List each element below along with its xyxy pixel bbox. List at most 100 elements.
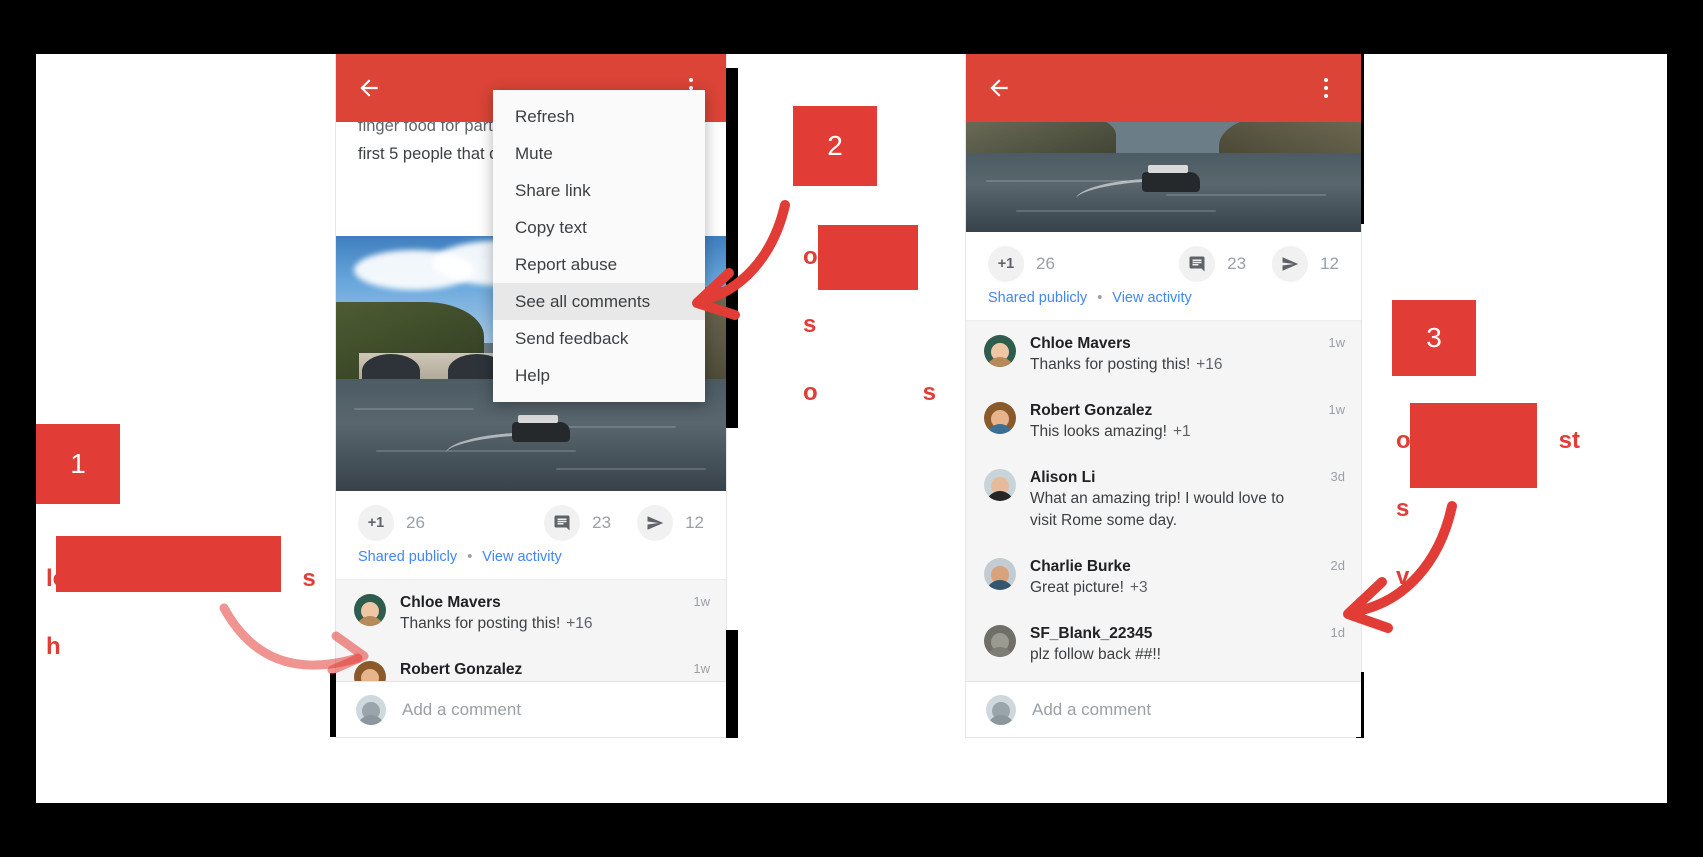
- view-activity-link[interactable]: View activity: [482, 549, 562, 565]
- menu-item-report-abuse[interactable]: Report abuse: [493, 246, 705, 283]
- comment-icon[interactable]: [1179, 246, 1216, 282]
- comment-plus-count: +1: [1172, 423, 1191, 440]
- photo-ripple: [556, 468, 706, 470]
- comment-timestamp: 1w: [1328, 335, 1345, 350]
- overflow-menu-icon[interactable]: [1313, 75, 1339, 101]
- comment-author: Chloe Mavers: [1030, 335, 1131, 352]
- avatar: [986, 694, 1016, 725]
- share-group[interactable]: 12: [1272, 246, 1339, 282]
- plus-one-button[interactable]: +1: [358, 505, 394, 541]
- avatar-body: [987, 714, 1015, 725]
- add-comment-placeholder[interactable]: Add a comment: [402, 700, 521, 720]
- comment-text-value: plz follow back ##!!: [1030, 646, 1161, 663]
- interaction-bar-right: +1 26 23 12: [966, 232, 1361, 284]
- avatar: [984, 558, 1016, 590]
- avatar-body: [986, 424, 1014, 434]
- comment-text: What an amazing trip! I would love to vi…: [1030, 488, 1309, 532]
- comment-plus-count: +16: [566, 615, 593, 632]
- annotation-3-redaction: [1410, 403, 1537, 488]
- avatar-body: [986, 491, 1014, 501]
- shared-row-right: Shared publicly • View activity: [966, 284, 1361, 320]
- comment-body: Alison Li What an amazing trip! I would …: [1016, 467, 1347, 532]
- annotation-3-line1-tail: st: [1558, 427, 1581, 454]
- photo-boat: [512, 415, 570, 442]
- shared-publicly-link[interactable]: Shared publicly: [358, 549, 457, 565]
- annotation-3-line1: o: [1396, 427, 1411, 454]
- comment-timestamp: 1w: [693, 661, 710, 676]
- menu-item-help[interactable]: Help: [493, 357, 705, 394]
- comment-composer-right[interactable]: Add a comment: [966, 681, 1361, 737]
- comment-author: Charlie Burke: [1030, 558, 1131, 575]
- interaction-bar-middle: +1 26 23 12: [336, 491, 726, 543]
- back-arrow-icon[interactable]: [986, 75, 1012, 101]
- comment-row[interactable]: Charlie Burke Great picture! +3 2d: [966, 544, 1361, 611]
- comments-list-right: Chloe Mavers Thanks for posting this! +16…: [966, 320, 1361, 736]
- photo-ripple: [354, 408, 474, 410]
- avatar-body: [986, 647, 1014, 657]
- annotation-2-line3: o: [803, 379, 818, 406]
- annotation-1-line1-tail: s: [302, 565, 316, 592]
- share-group[interactable]: 12: [637, 505, 704, 541]
- comment-body: SF_Blank_22345 plz follow back ##!!: [1016, 623, 1347, 666]
- menu-item-mute[interactable]: Mute: [493, 135, 705, 172]
- annotation-3-line3: v: [1396, 563, 1410, 590]
- comment-author: Robert Gonzalez: [400, 661, 523, 678]
- overflow-dropdown-menu[interactable]: Refresh Mute Share link Copy text Report…: [493, 90, 705, 402]
- avatar: [984, 402, 1016, 434]
- comment-author: Robert Gonzalez: [1030, 402, 1153, 419]
- shared-publicly-link[interactable]: Shared publicly: [988, 290, 1087, 306]
- annotation-2-line1: o: [803, 243, 818, 270]
- avatar-body: [986, 580, 1014, 590]
- comment-group[interactable]: 23: [1179, 246, 1246, 282]
- comment-body: Chloe Mavers Thanks for posting this! +16: [386, 592, 712, 635]
- annotation-badge-3: 3: [1392, 300, 1476, 376]
- annotation-1-redaction: [56, 536, 281, 592]
- comment-author: Alison Li: [1030, 469, 1096, 486]
- plus-one-button[interactable]: +1: [988, 246, 1024, 282]
- menu-item-see-all-comments[interactable]: See all comments: [493, 283, 705, 320]
- comment-row[interactable]: SF_Blank_22345 plz follow back ##!! 1d: [966, 611, 1361, 678]
- comment-row[interactable]: Robert Gonzalez This looks amazing! +1 1w: [966, 388, 1361, 455]
- avatar-body: [986, 357, 1014, 367]
- annotation-arrow-2: [692, 200, 790, 320]
- menu-item-copy-text[interactable]: Copy text: [493, 209, 705, 246]
- comment-count: 23: [1227, 254, 1247, 273]
- comment-timestamp: 1w: [693, 594, 710, 609]
- comment-timestamp: 3d: [1330, 469, 1345, 484]
- app-bar-right: [966, 54, 1361, 122]
- avatar: [356, 694, 386, 725]
- comment-body: Chloe Mavers Thanks for posting this! +16: [1016, 333, 1347, 376]
- comment-row[interactable]: Alison Li What an amazing trip! I would …: [966, 455, 1361, 544]
- comment-body: Charlie Burke Great picture! +3: [1016, 556, 1347, 599]
- add-comment-placeholder[interactable]: Add a comment: [1032, 700, 1151, 720]
- comment-author: Chloe Mavers: [400, 594, 501, 611]
- share-icon[interactable]: [1272, 246, 1309, 282]
- comment-timestamp: 1w: [1328, 402, 1345, 417]
- comment-row[interactable]: Chloe Mavers Thanks for posting this! +16…: [336, 580, 726, 647]
- comment-author: SF_Blank_22345: [1030, 625, 1153, 642]
- comment-plus-count: +3: [1129, 579, 1148, 596]
- back-arrow-icon[interactable]: [356, 75, 382, 101]
- menu-item-send-feedback[interactable]: Send feedback: [493, 320, 705, 357]
- comment-text: This looks amazing! +1: [1030, 421, 1309, 443]
- comment-group[interactable]: 23: [544, 505, 611, 541]
- comment-icon[interactable]: [544, 505, 581, 541]
- share-count: 12: [685, 513, 704, 532]
- share-icon[interactable]: [637, 505, 674, 541]
- comment-text: plz follow back ##!!: [1030, 644, 1309, 666]
- view-activity-link[interactable]: View activity: [1112, 290, 1192, 306]
- screenshot-canvas: finger food for partie first 5 people th…: [0, 0, 1703, 857]
- shared-separator: •: [1097, 290, 1103, 306]
- comment-composer-middle[interactable]: Add a comment: [336, 681, 726, 737]
- phone-screen-right: +1 26 23 12 Shared publicly • View activ…: [966, 54, 1361, 737]
- menu-item-share-link[interactable]: Share link: [493, 172, 705, 209]
- post-photo-right[interactable]: [966, 122, 1361, 232]
- comment-text-value: This looks amazing!: [1030, 423, 1167, 440]
- plus-one-count: 26: [1036, 254, 1055, 273]
- comment-text-value: Thanks for posting this!: [400, 615, 561, 632]
- comment-text-value: Thanks for posting this!: [1030, 356, 1191, 373]
- comment-row[interactable]: Chloe Mavers Thanks for posting this! +16…: [966, 321, 1361, 388]
- shared-row-middle: Shared publicly • View activity: [336, 543, 726, 579]
- annotation-badge-1: 1: [36, 424, 120, 504]
- menu-item-refresh[interactable]: Refresh: [493, 98, 705, 135]
